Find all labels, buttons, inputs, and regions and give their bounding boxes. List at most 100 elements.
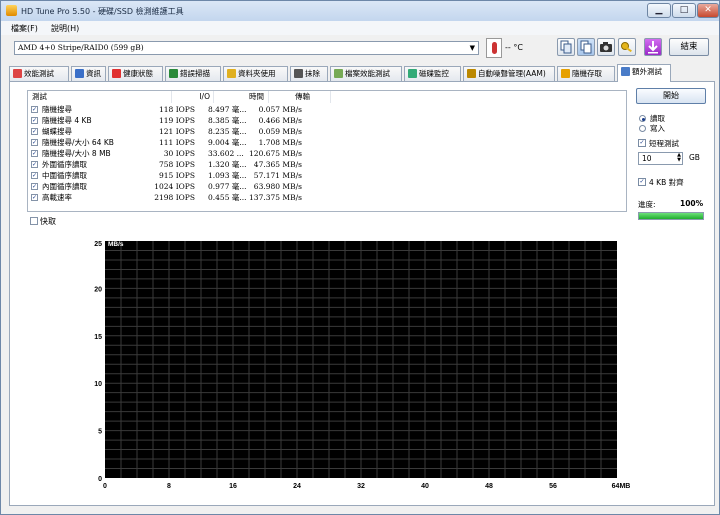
spinner-arrows-icon[interactable]: ▲ ▼ [677,153,681,163]
cache-toggle[interactable]: 快取 [30,216,56,227]
align-4kb-checkbox[interactable]: ✓ [638,178,646,186]
row-checkbox[interactable]: ✓ [31,172,38,179]
copy-all-icon [580,40,592,54]
row-io: 758 IOPS [159,160,195,169]
tab-3[interactable]: 健康狀態 [108,66,163,81]
row-rate: 0.057 MB/s [258,105,302,114]
row-test-name: 中圍循序讀取 [42,171,87,180]
test-size-input[interactable]: 10 ▲ ▼ [638,152,683,165]
y-tick-label: 5 [98,429,102,436]
chart-svg: 0 5 10 15 20 25 MB/s 0 8 16 24 32 40 48 56 64MB [94,241,630,490]
copy-all-button[interactable] [577,38,595,56]
cache-checkbox[interactable] [30,217,38,225]
menu-file[interactable]: 檔案(F) [11,23,38,34]
tab-8[interactable]: 磁碟監控 [404,66,461,81]
row-checkbox[interactable]: ✓ [31,150,38,157]
progress-fill [639,213,703,219]
copy-icon [560,40,572,54]
row-io: 119 IOPS [159,116,195,125]
progress-label: 進度: [638,200,656,209]
y-tick-label: 20 [94,286,102,293]
extra-tests-panel: 測試 I/O 時間 傳輸 ✓ 隨機搜尋 118 IOPS 8.497 毫... 0.05… [9,81,715,506]
row-checkbox[interactable]: ✓ [31,183,38,190]
temperature-value: -- °C [505,43,523,52]
tab-10[interactable]: 隨機存取 [557,66,615,81]
tab-label: 資料夾使用 [238,69,276,78]
row-checkbox[interactable]: ✓ [31,194,38,201]
table-row[interactable]: ✓ 高載速率 2198 IOPS 0.455 毫... 137.375 MB/s [28,192,626,203]
camera-icon [600,42,612,52]
row-checkbox[interactable]: ✓ [31,139,38,146]
tab-icon [334,69,343,78]
row-test-name: 隨機搜尋/大小 64 KB [42,138,114,147]
y-tick-label: 10 [94,381,102,388]
tab-label: 自動噪聲管理(AAM) [478,69,546,78]
save-button[interactable] [644,38,662,56]
row-checkbox[interactable]: ✓ [31,106,38,113]
header-test: 測試 [32,91,172,103]
table-row[interactable]: ✓ 隨機搜尋/大小 8 MB 30 IOPS 33.602 ... 120.675 MB… [28,148,626,159]
y-tick-label: 15 [94,334,102,341]
options-button[interactable] [618,38,636,56]
table-row[interactable]: ✓ 隨機搜尋 4 KB 119 IOPS 8.385 毫... 0.466 MB/s [28,115,626,126]
row-time: 33.602 ... [208,149,244,158]
drive-select[interactable]: AMD 4+0 Stripe/RAID0 (599 gB) ▼ [14,41,479,55]
row-checkbox[interactable]: ✓ [31,117,38,124]
menu-help[interactable]: 說明(H) [51,23,79,34]
x-tick-label: 8 [167,483,171,490]
download-arrow-icon [648,41,658,54]
read-radio[interactable] [639,115,646,122]
table-row[interactable]: ✓ 中圍循序讀取 915 IOPS 1.093 毫... 57.171 MB/s [28,170,626,181]
progress-value: 100% [680,199,704,208]
tab-7[interactable]: 檔案效能測試 [330,66,402,81]
tab-2[interactable]: 資訊 [71,66,106,81]
header-time: 時間 [214,91,269,103]
table-row[interactable]: ✓ 蝴蝶搜尋 121 IOPS 8.235 毫... 0.059 MB/s [28,126,626,137]
write-radio[interactable] [639,125,646,132]
start-button[interactable]: 開始 [636,88,706,104]
row-rate: 0.059 MB/s [258,127,302,136]
exit-button[interactable]: 結束 [669,38,709,56]
tab-icon [112,69,121,78]
tab-5[interactable]: 資料夾使用 [223,66,288,81]
table-row[interactable]: ✓ 內圍循序讀取 1024 IOPS 0.977 毫... 63.980 MB/s [28,181,626,192]
row-rate: 1.708 MB/s [258,138,302,147]
screenshot-button[interactable] [597,38,615,56]
tab-11[interactable]: 額外測試 [617,64,671,82]
short-test-checkbox[interactable]: ✓ [638,139,646,147]
row-checkbox[interactable]: ✓ [31,161,38,168]
row-rate: 63.980 MB/s [253,182,302,191]
maximize-button[interactable]: □ [672,3,696,18]
y-tick-label: 25 [94,241,102,248]
copy-info-button[interactable] [557,38,575,56]
x-tick-label: 24 [293,483,301,490]
transfer-chart: 0 5 10 15 20 25 MB/s 0 8 16 24 32 40 48 56 64MB [70,237,630,499]
table-row[interactable]: ✓ 隨機搜尋/大小 64 KB 111 IOPS 9.004 毫... 1.708 MB… [28,137,626,148]
tab-4[interactable]: 錯誤掃描 [165,66,221,81]
title-bar[interactable]: HD Tune Pro 5.50 - 硬碟/SSD 檢測維護工具 ▁ □ ✕ [1,1,719,21]
row-test-name: 高載速率 [42,193,72,202]
tab-icon [621,67,630,76]
tab-label: 效能測試 [24,69,54,78]
row-rate: 120.675 MB/s [249,149,302,158]
tab-9[interactable]: 自動噪聲管理(AAM) [463,66,555,81]
toolbar: AMD 4+0 Stripe/RAID0 (599 gB) ▼ -- °C 結束 [1,35,719,61]
minimize-button[interactable]: ▁ [647,3,671,18]
close-button[interactable]: ✕ [697,3,719,18]
row-time: 8.497 毫... [208,105,247,114]
row-checkbox[interactable]: ✓ [31,128,38,135]
test-size-value: 10 [642,154,652,163]
x-tick-label: 0 [103,483,107,490]
tab-label: 檔案效能測試 [345,69,390,78]
tab-1[interactable]: 效能測試 [9,66,69,81]
tab-label: 額外測試 [632,67,662,76]
window-title: HD Tune Pro 5.50 - 硬碟/SSD 檢測維護工具 [21,7,184,16]
table-row[interactable]: ✓ 隨機搜尋 118 IOPS 8.497 毫... 0.057 MB/s [28,104,626,115]
table-row[interactable]: ✓ 外圍循序讀取 758 IOPS 1.320 毫... 47.365 MB/s [28,159,626,170]
tab-icon [408,69,417,78]
x-tick-label: 56 [549,483,557,490]
row-rate: 47.365 MB/s [253,160,302,169]
row-test-name: 隨機搜尋/大小 8 MB [42,149,111,158]
tab-6[interactable]: 抹除 [290,66,328,81]
header-io: I/O [172,91,214,103]
